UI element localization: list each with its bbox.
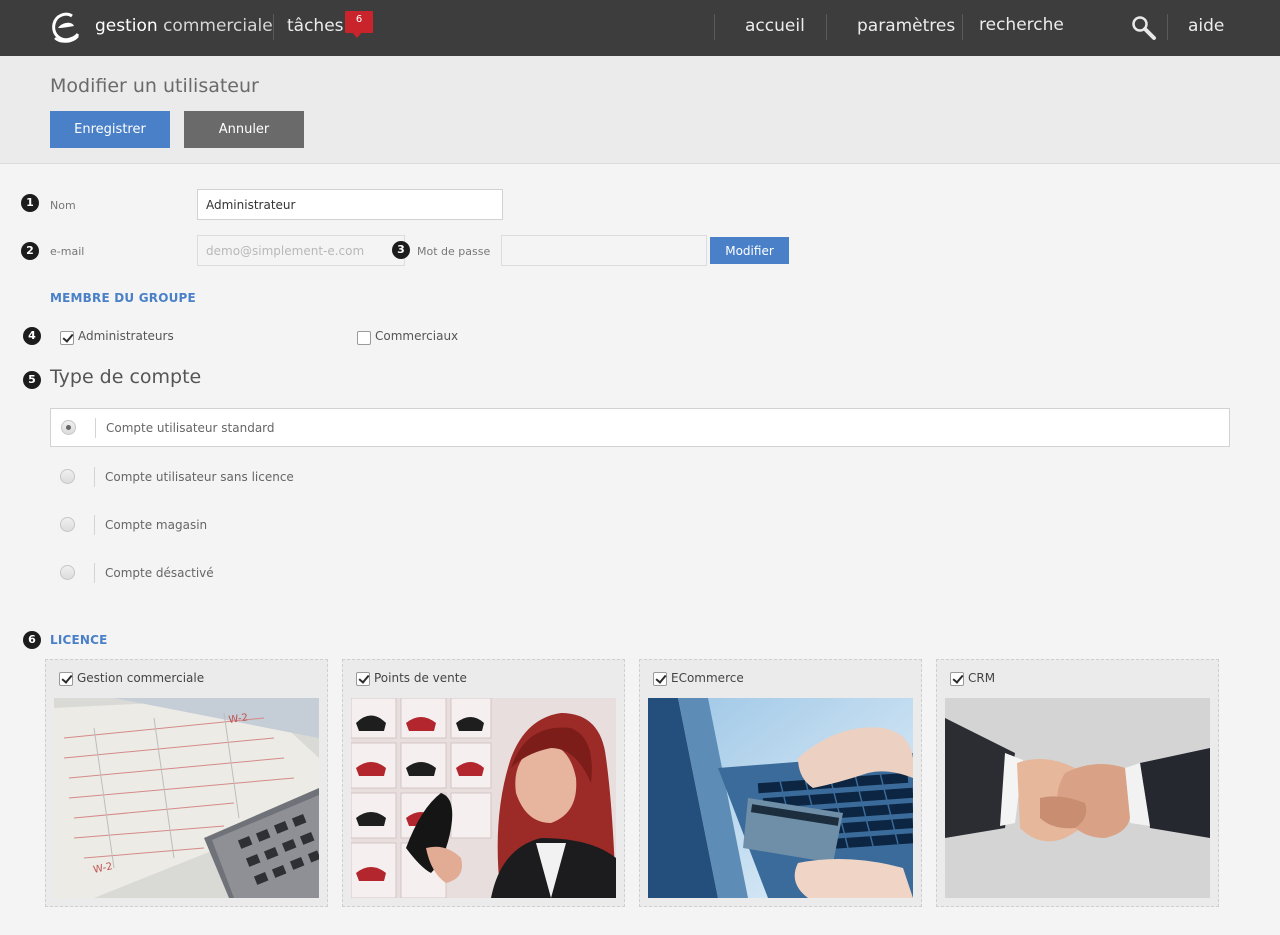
account-option-label: Compte utilisateur standard <box>106 421 275 435</box>
laptop-credit-card-image <box>648 698 913 898</box>
account-option-standard[interactable]: Compte utilisateur standard <box>50 408 1230 447</box>
radio-dot-icon[interactable] <box>61 420 76 435</box>
licence-label-gestion-commerciale: Gestion commerciale <box>77 671 205 685</box>
cancel-button[interactable]: Annuler <box>184 111 304 148</box>
tasks-link[interactable]: tâches <box>287 16 344 36</box>
app-name-bold: gestion <box>95 16 158 36</box>
account-option-sans-licence[interactable]: Compte utilisateur sans licence <box>50 458 1230 497</box>
nav-recherche[interactable]: recherche <box>979 15 1064 35</box>
shoe-shopping-woman-image <box>351 698 616 898</box>
speech-badge-icon <box>351 31 363 38</box>
licence-card-ecommerce: ECommerce <box>639 659 922 907</box>
group-label-administrateurs: Administrateurs <box>78 329 174 343</box>
handshake-image <box>945 698 1210 898</box>
nav-parametres[interactable]: paramètres <box>857 16 955 36</box>
search-magnifier-icon[interactable] <box>1131 15 1157 41</box>
email-input[interactable] <box>197 235 405 266</box>
licence-label-ecommerce: ECommerce <box>671 671 744 685</box>
licence-checkbox-crm[interactable] <box>950 672 964 686</box>
modify-password-button[interactable]: Modifier <box>710 237 789 264</box>
nav-separator <box>962 14 963 40</box>
top-navigation-bar: gestion commerciale tâches 6 accueil par… <box>0 0 1280 56</box>
step-marker-2: 2 <box>21 242 39 260</box>
tasks-badge[interactable]: 6 <box>345 11 373 33</box>
page-title: Modifier un utilisateur <box>50 75 259 97</box>
account-option-label: Compte utilisateur sans licence <box>105 470 294 484</box>
nav-separator <box>714 14 715 40</box>
step-marker-3: 3 <box>392 241 410 259</box>
group-section-heading: MEMBRE DU GROUPE <box>50 291 196 305</box>
radio-separator <box>94 467 95 487</box>
step-marker-5: 5 <box>23 371 41 389</box>
licence-card-points-de-vente: Points de vente <box>342 659 625 907</box>
group-checkbox-commerciaux[interactable] <box>357 331 371 345</box>
group-label-commerciaux: Commerciaux <box>375 329 459 343</box>
step-marker-6: 6 <box>23 631 41 649</box>
radio-separator <box>94 563 95 583</box>
group-checkbox-administrateurs[interactable] <box>60 331 74 345</box>
step-marker-1: 1 <box>21 194 39 212</box>
password-label: Mot de passe <box>417 245 491 258</box>
licence-card-gestion-commerciale: Gestion commerciale W-2 W-2 <box>45 659 328 907</box>
save-button[interactable]: Enregistrer <box>50 111 170 148</box>
logo-e-icon[interactable] <box>50 12 82 44</box>
app-name-light: commerciale <box>157 16 273 36</box>
licence-checkbox-gestion-commerciale[interactable] <box>59 672 73 686</box>
account-option-desactive[interactable]: Compte désactivé <box>50 554 1230 593</box>
licence-checkbox-ecommerce[interactable] <box>653 672 667 686</box>
licence-label-crm: CRM <box>968 671 996 685</box>
name-label: Nom <box>50 199 76 212</box>
nav-accueil[interactable]: accueil <box>745 16 805 36</box>
nav-separator <box>826 14 827 40</box>
radio-separator <box>94 515 95 535</box>
radio-icon[interactable] <box>60 469 75 484</box>
licence-card-crm: CRM <box>936 659 1219 907</box>
licence-label-points-de-vente: Points de vente <box>374 671 467 685</box>
name-input[interactable] <box>197 189 503 220</box>
licence-checkbox-points-de-vente[interactable] <box>356 672 370 686</box>
password-input[interactable] <box>501 235 707 266</box>
account-option-label: Compte désactivé <box>105 566 214 580</box>
tax-form-calculator-image: W-2 W-2 <box>54 698 319 898</box>
account-option-label: Compte magasin <box>105 518 208 532</box>
radio-icon[interactable] <box>60 517 75 532</box>
licence-section-heading: LICENCE <box>50 633 108 647</box>
step-marker-4: 4 <box>23 327 41 345</box>
nav-separator <box>273 14 274 40</box>
page-header: Modifier un utilisateur Enregistrer Annu… <box>0 56 1280 164</box>
radio-separator <box>95 418 96 438</box>
account-option-magasin[interactable]: Compte magasin <box>50 506 1230 545</box>
nav-separator <box>1167 14 1168 40</box>
radio-icon[interactable] <box>60 565 75 580</box>
account-type-heading: Type de compte <box>50 366 202 388</box>
app-name[interactable]: gestion commerciale <box>95 16 273 36</box>
nav-aide[interactable]: aide <box>1188 16 1224 36</box>
email-label: e-mail <box>50 245 85 258</box>
